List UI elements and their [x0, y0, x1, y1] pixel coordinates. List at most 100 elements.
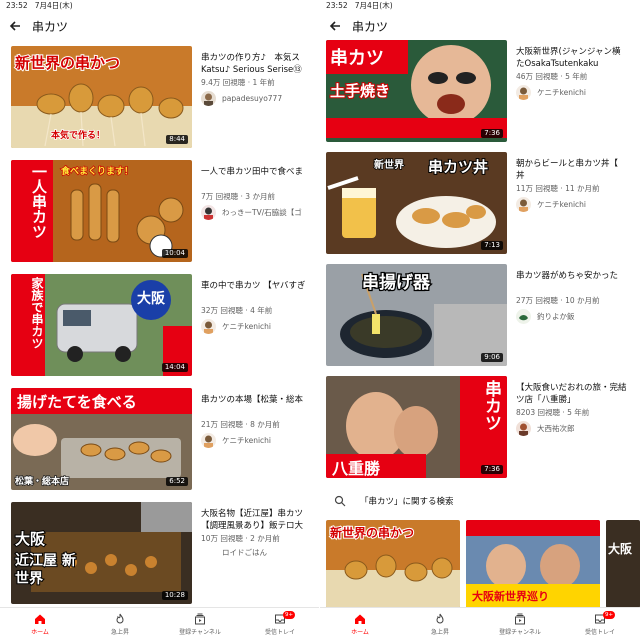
video-title[interactable]: 大阪名物【近江屋】串カツ 【調理風景あり】飯テロ大	[201, 508, 320, 532]
video-meta: 10万 回視聴 · 2 か月前	[201, 534, 280, 543]
nav-subscriptions[interactable]: 登録チャンネル	[480, 608, 560, 640]
right-pane: 23:52 7月4日(木) 串カツ 串カツ 土手焼き 7:36 大阪新世界(ジャ…	[320, 0, 640, 640]
video-thumbnail[interactable]: 串カツ 土手焼き 7:36	[326, 40, 507, 142]
video-title-line: 大阪新世界(ジャンジャン横	[516, 47, 621, 57]
video-title[interactable]: 車の中で串カツ 【ヤバすぎ	[201, 280, 320, 304]
channel-name[interactable]: ケニチkenichi	[537, 87, 586, 98]
nav-home[interactable]: ホーム	[0, 608, 80, 640]
channel-avatar[interactable]	[201, 319, 216, 334]
home-icon	[355, 614, 365, 624]
channel-name[interactable]: ケニチkenichi	[537, 199, 586, 210]
video-title-line: 【大阪食いだおれの旅・完結	[516, 383, 627, 393]
video-meta: 9.4万 回視聴 · 1 年前	[201, 78, 275, 87]
video-info: 串カツの本場【松葉・総本 21万 回視聴 · 8 か月前 ケニチkenichi	[201, 394, 320, 448]
video-item[interactable]: 新世界の串かつ 本気で作る！ 8:44 串カツの作り方♪ 本気ス Katsu♪ …	[0, 46, 320, 148]
thumbnail-subcaption: 近江屋 新世界	[14, 552, 77, 588]
nav-label: ホーム	[31, 628, 49, 636]
pane-divider	[319, 0, 320, 640]
nav-inbox[interactable]: 9+ 受信トレイ	[560, 608, 640, 640]
video-meta: 27万 回視聴 · 10 か月前	[516, 296, 600, 305]
video-item[interactable]: 大阪 近江屋 新世界 10:28 大阪名物【近江屋】串カツ 【調理風景あり】飯テ…	[0, 502, 320, 604]
channel-avatar[interactable]	[201, 91, 216, 106]
nav-home[interactable]: ホーム	[320, 608, 400, 640]
video-duration: 10:28	[161, 591, 188, 600]
video-meta: 8203 回視聴 · 5 年前	[516, 408, 590, 417]
left-pane: 23:52 7月4日(木) 串カツ 新世界の串かつ 本気で作る！ 8:44 串カ…	[0, 0, 320, 640]
video-item[interactable]: 新世界 串カツ丼 7:13 朝からビールと串カツ丼【 丼 11万 回視聴 · 1…	[320, 152, 640, 254]
thumbnail-caption: 大阪	[14, 529, 46, 549]
thumbnail-subcaption: 土手焼き	[329, 81, 391, 101]
back-arrow-icon[interactable]	[8, 19, 22, 33]
video-title[interactable]: 一人で串カツ田中で食べま	[201, 166, 320, 190]
channel-name[interactable]: ロイドごはん	[222, 547, 267, 558]
video-title-line: 串カツ器がめちゃ安かった	[516, 271, 619, 281]
channel-name[interactable]: ケニチkenichi	[222, 435, 271, 446]
video-duration: 6:52	[166, 477, 188, 486]
channel-avatar[interactable]	[201, 433, 216, 448]
video-title[interactable]: 串カツの本場【松葉・総本	[201, 394, 320, 418]
nav-explore[interactable]: 急上昇	[400, 608, 480, 640]
video-duration: 9:06	[481, 353, 503, 362]
video-thumbnail[interactable]: 串揚げ器 9:06	[326, 264, 507, 366]
nav-label: 登録チャンネル	[499, 628, 541, 636]
channel-avatar[interactable]	[516, 85, 531, 100]
video-item[interactable]: 家族で串カツ 大阪 14:04 車の中で串カツ 【ヤバすぎ 32万 回視聴 · …	[0, 274, 320, 376]
video-item[interactable]: 揚げたてを食べる 松葉・総本店 6:52 串カツの本場【松葉・総本 21万 回視…	[0, 388, 320, 490]
video-title[interactable]: 串カツ器がめちゃ安かった	[516, 270, 640, 294]
channel-avatar[interactable]	[516, 309, 531, 324]
video-thumbnail[interactable]: 新世界の串かつ 本気で作る！ 8:44	[11, 46, 192, 148]
top-bar: 串カツ	[0, 12, 320, 40]
thumbnail-subcaption: 松葉・総本店	[14, 476, 70, 488]
related-searches-strip: 新世界の串かつ 大阪新世界巡り 大阪	[320, 520, 640, 610]
channel-avatar[interactable]	[201, 205, 216, 220]
related-search-card[interactable]: 大阪新世界巡り	[466, 520, 600, 608]
video-meta: 21万 回視聴 · 8 か月前	[201, 420, 280, 429]
video-item[interactable]: 串カツ 八重勝 7:36 【大阪食いだおれの旅・完結 ツ店「八重勝」 8203 …	[320, 376, 640, 478]
related-search-card[interactable]: 大阪	[606, 520, 640, 608]
video-title-line: 車の中で串カツ 【ヤバすぎ	[201, 281, 306, 291]
notification-badge: 9+	[603, 611, 616, 619]
video-title[interactable]: 朝からビールと串カツ丼【 丼	[516, 158, 640, 182]
explore-icon	[116, 613, 124, 623]
page-title: 串カツ	[352, 19, 389, 34]
related-search-card[interactable]: 新世界の串かつ	[326, 520, 460, 608]
page-title: 串カツ	[32, 19, 69, 34]
nav-label: 受信トレイ	[264, 628, 295, 636]
video-duration: 14:04	[161, 363, 188, 372]
video-thumbnail[interactable]: 新世界 串カツ丼 7:13	[326, 152, 507, 254]
channel-name[interactable]: ケニチkenichi	[222, 321, 271, 332]
video-item[interactable]: 串カツ 土手焼き 7:36 大阪新世界(ジャンジャン横 たOsakaTsuten…	[320, 40, 640, 142]
nav-label: 登録チャンネル	[179, 628, 221, 636]
video-title[interactable]: 串カツの作り方♪ 本気ス Katsu♪ Serious Serise⑬	[201, 52, 320, 76]
video-item[interactable]: 串揚げ器 9:06 串カツ器がめちゃ安かった 27万 回視聴 · 10 か月前 …	[320, 264, 640, 366]
video-info: 車の中で串カツ 【ヤバすぎ 32万 回視聴 · 4 年前 ケニチkenichi	[201, 280, 320, 334]
nav-subscriptions[interactable]: 登録チャンネル	[160, 608, 240, 640]
channel-name[interactable]: 大西祐次郎	[537, 423, 575, 434]
status-bar: 23:52 7月4日(木)	[6, 1, 73, 10]
video-duration: 10:04	[161, 249, 188, 258]
channel-avatar[interactable]	[516, 421, 531, 436]
video-duration: 8:44	[166, 135, 188, 144]
video-thumbnail[interactable]: 揚げたてを食べる 松葉・総本店 6:52	[11, 388, 192, 490]
channel-name[interactable]: papadesuyo777	[222, 94, 282, 103]
video-thumbnail[interactable]: 一人串カツ 食べまくります！ 10:04	[11, 160, 192, 262]
thumbnail-caption: 揚げたてを食べる	[17, 393, 137, 411]
nav-explore[interactable]: 急上昇	[80, 608, 160, 640]
channel-name[interactable]: 釣りよか飯	[537, 311, 575, 322]
video-info: 一人で串カツ田中で食べま 7万 回視聴 · 3 か月前 わっきーTV/石脇談【ゴ	[201, 166, 320, 220]
channel-avatar[interactable]	[516, 197, 531, 212]
video-title[interactable]: 大阪新世界(ジャンジャン横 たOsakaTsutenkaku	[516, 46, 640, 70]
video-meta: 32万 回視聴 · 4 年前	[201, 306, 273, 315]
video-title[interactable]: 【大阪食いだおれの旅・完結 ツ店「八重勝」	[516, 382, 640, 406]
channel-name[interactable]: わっきーTV/石脇談【ゴ	[222, 207, 302, 218]
video-item[interactable]: 一人串カツ 食べまくります！ 10:04 一人で串カツ田中で食べま 7万 回視聴…	[0, 160, 320, 262]
search-icon	[334, 495, 346, 507]
back-arrow-icon[interactable]	[328, 19, 342, 33]
video-thumbnail[interactable]: 家族で串カツ 大阪 14:04	[11, 274, 192, 376]
video-thumbnail[interactable]: 大阪 近江屋 新世界 10:28	[11, 502, 192, 604]
video-title-line: 朝からビールと串カツ丼【	[516, 159, 619, 169]
bottom-nav: ホーム 急上昇 登録チャンネル 9+ 受信トレイ	[0, 607, 320, 640]
video-thumbnail[interactable]: 串カツ 八重勝 7:36	[326, 376, 507, 478]
nav-inbox[interactable]: 9+ 受信トレイ	[240, 608, 320, 640]
video-title-line: 一人で串カツ田中で食べま	[201, 167, 304, 177]
